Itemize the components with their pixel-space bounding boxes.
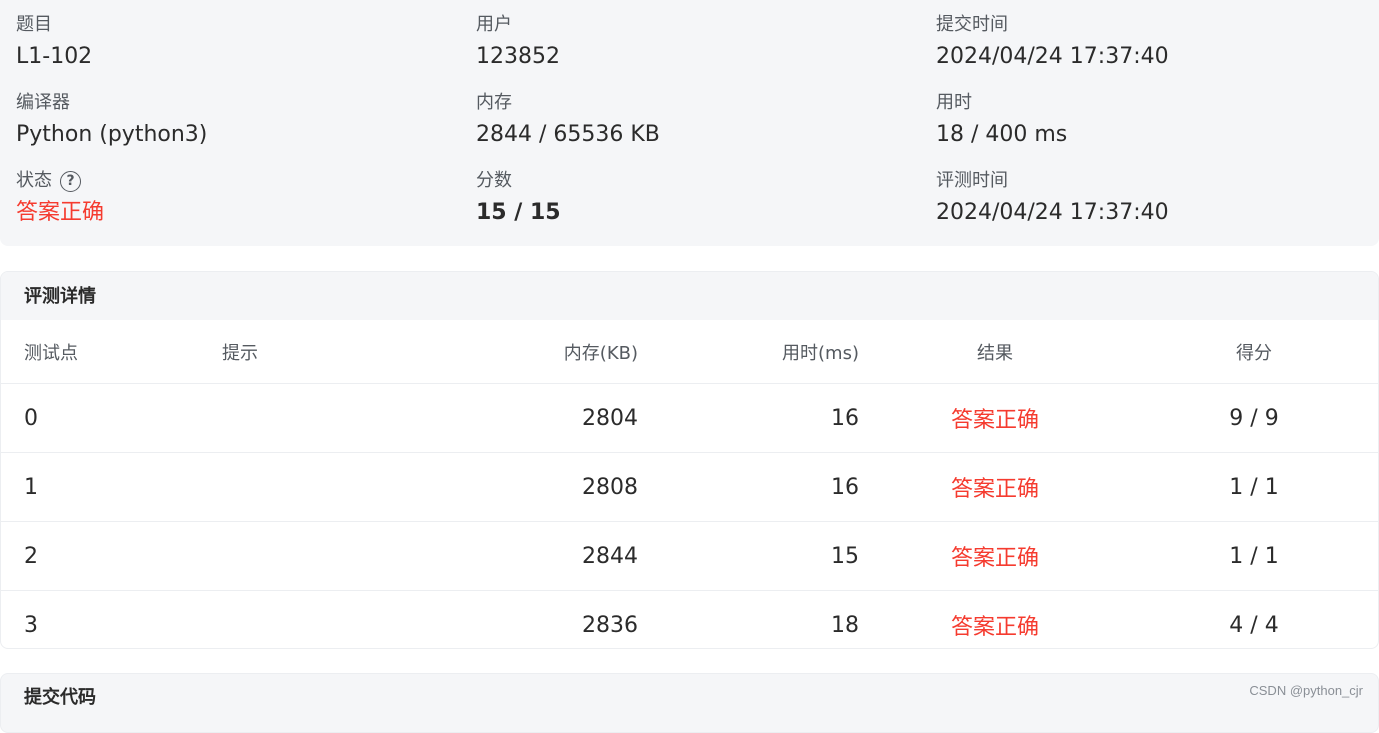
help-icon[interactable]: ? (60, 170, 81, 192)
case-score: 9 / 9 (1130, 383, 1378, 453)
case-time: 16 (639, 452, 860, 522)
case-memory: 2808 (443, 452, 639, 522)
column-header-hint: 提示 (221, 320, 443, 384)
case-result: 答案正确 (950, 615, 1039, 640)
submitted-code-card: 提交代码 (0, 673, 1379, 733)
memory-field: 内存 2844 / 65536 KB (476, 91, 660, 150)
case-id: 1 (1, 452, 221, 522)
submit-time-field: 提交时间 2024/04/24 17:37:40 (936, 13, 1169, 72)
judge-time-value: 2024/04/24 17:37:40 (936, 200, 1169, 225)
case-score: 1 / 1 (1130, 452, 1378, 522)
table-row: 0 2804 16 答案正确 9 / 9 (1, 383, 1378, 453)
case-time: 16 (639, 383, 860, 453)
compiler-value: Python (python3) (16, 122, 208, 147)
submit-time-value: 2024/04/24 17:37:40 (936, 44, 1169, 69)
memory-value: 2844 / 65536 KB (476, 122, 660, 147)
case-id: 3 (24, 612, 38, 638)
column-header-time: 用时(ms) (639, 320, 860, 384)
case-time: 15 (639, 521, 860, 591)
table-row: 1 2808 16 答案正确 1 / 1 (1, 452, 1378, 522)
submit-time-label: 提交时间 (936, 14, 1008, 35)
user-field: 用户 123852 (476, 13, 560, 72)
user-value: 123852 (476, 44, 560, 69)
case-score: 4 / 4 (1229, 612, 1279, 638)
status-label: 状态 (16, 170, 52, 191)
time-label: 用时 (936, 92, 972, 113)
case-memory: 2804 (443, 383, 639, 453)
status-field: 状态 ? 答案正确 (16, 169, 104, 228)
case-score: 1 / 1 (1130, 521, 1378, 591)
case-result: 答案正确 (860, 452, 1130, 522)
table-row: 3 2836 18 答案正确 4 / 4 (1, 591, 1378, 649)
status-value: 答案正确 (16, 200, 105, 225)
compiler-label: 编译器 (16, 92, 70, 113)
case-hint (221, 521, 443, 591)
time-field: 用时 18 / 400 ms (936, 91, 1067, 150)
case-hint (221, 591, 443, 649)
case-memory: 2836 (582, 612, 638, 638)
case-hint (221, 383, 443, 453)
user-label: 用户 (476, 14, 512, 35)
judge-time-label: 评测时间 (936, 170, 1008, 191)
table-row: 2 2844 15 答案正确 1 / 1 (1, 521, 1378, 591)
case-result: 答案正确 (860, 521, 1130, 591)
problem-value[interactable]: L1-102 (16, 42, 92, 72)
column-header-score: 得分 (1130, 320, 1378, 384)
judge-details-card: 评测详情 测试点 提示 内存(KB) 用时(ms) 结果 得分 0 2804 1… (0, 271, 1379, 649)
score-field: 分数 15 / 15 (476, 169, 561, 228)
status-label-row: 状态 ? (16, 169, 104, 193)
test-case-table: 测试点 提示 内存(KB) 用时(ms) 结果 得分 0 2804 16 答案正… (1, 320, 1378, 649)
case-time: 18 (831, 612, 859, 638)
case-id: 0 (1, 383, 221, 453)
submitted-code-title: 提交代码 (24, 687, 96, 708)
column-header-case: 测试点 (1, 320, 221, 384)
compiler-field: 编译器 Python (python3) (16, 91, 207, 150)
score-label: 分数 (476, 170, 512, 191)
problem-field: 题目 L1-102 (16, 13, 92, 72)
problem-label: 题目 (16, 14, 52, 35)
case-id: 2 (1, 521, 221, 591)
column-header-memory: 内存(KB) (443, 320, 639, 384)
watermark: CSDN @python_cjr (1249, 683, 1363, 698)
case-result: 答案正确 (860, 383, 1130, 453)
judge-time-field: 评测时间 2024/04/24 17:37:40 (936, 169, 1169, 228)
judge-details-title: 评测详情 (1, 272, 1378, 320)
case-hint (221, 452, 443, 522)
submission-summary-panel: 题目 L1-102 用户 123852 提交时间 2024/04/24 17:3… (0, 0, 1379, 246)
score-value: 15 / 15 (476, 200, 561, 225)
case-memory: 2844 (443, 521, 639, 591)
column-header-result: 结果 (860, 320, 1130, 384)
memory-label: 内存 (476, 92, 512, 113)
time-value: 18 / 400 ms (936, 122, 1068, 147)
table-header-row: 测试点 提示 内存(KB) 用时(ms) 结果 得分 (1, 320, 1378, 384)
